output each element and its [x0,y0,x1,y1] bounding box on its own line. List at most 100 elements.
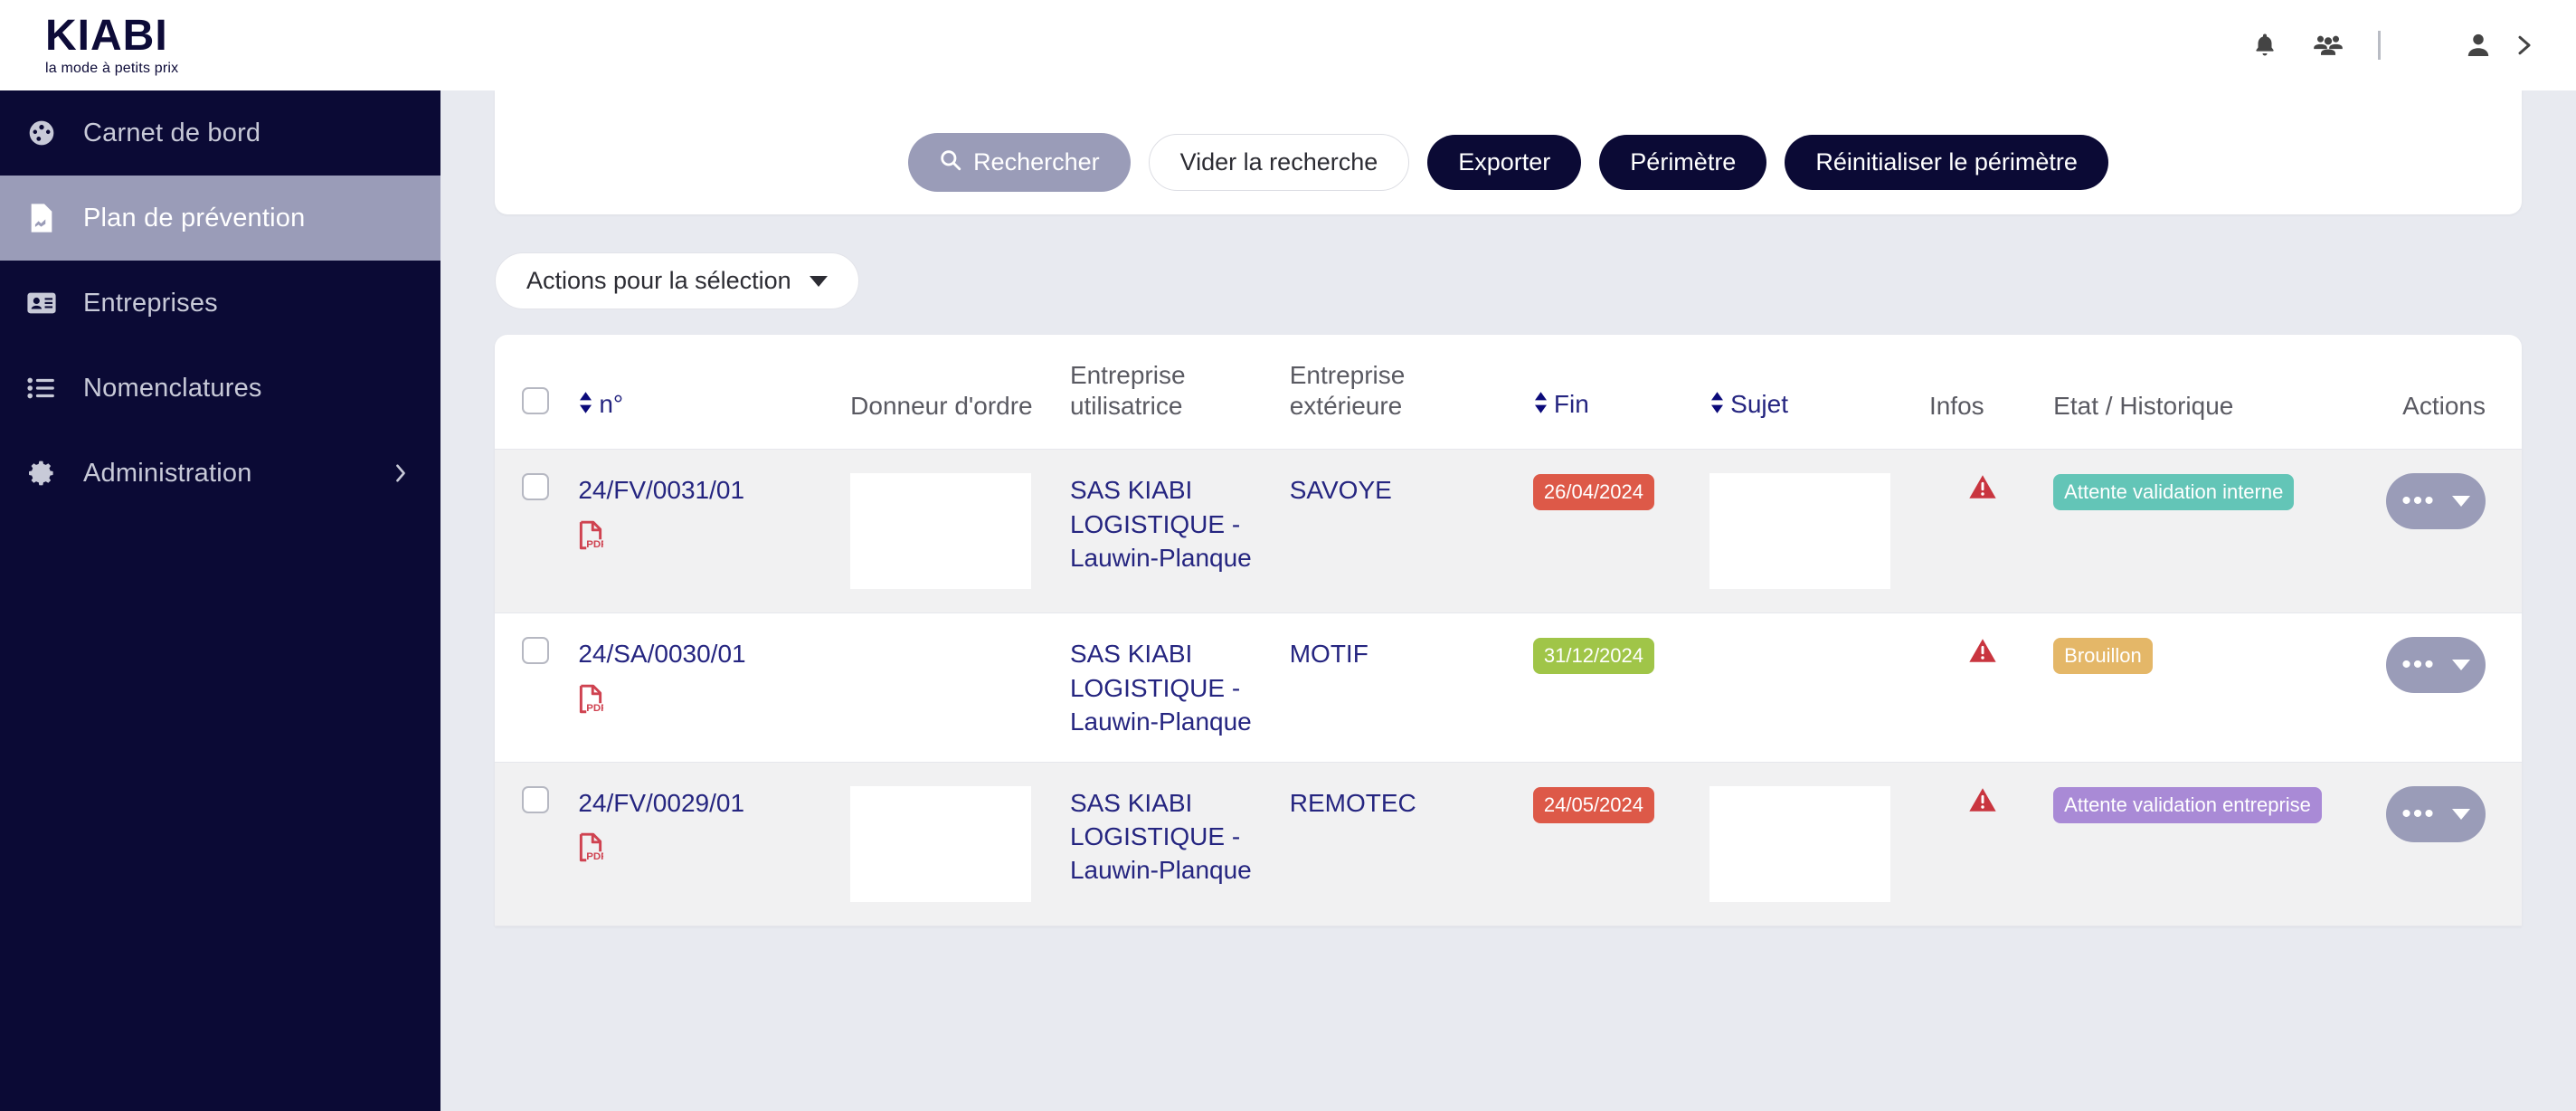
column-header-fin[interactable]: Fin [1523,335,1701,451]
end-date-badge: 24/05/2024 [1532,787,1654,823]
row-actions-button[interactable]: ••• [2386,786,2486,843]
row-donneur-cell [841,449,1061,614]
plan-number-link[interactable]: 24/FV/0029/01 [578,786,832,820]
sidebar-item-plan-de-prevention[interactable]: Plan de prévention [0,176,440,261]
warning-icon[interactable] [1968,473,1997,508]
chevron-down-icon [2451,660,2470,671]
row-fin-cell: 26/04/2024 [1523,449,1701,614]
column-header-label: n° [599,390,624,419]
row-num-cell: 24/FV/0029/01 PDF [569,762,842,927]
row-etat-cell: Attente validation entreprise [2044,762,2331,927]
donneur-blank-placeholder [850,786,1032,903]
id-card-icon [20,290,63,316]
row-entreprise-exterieure-cell: SAVOYE [1280,449,1524,614]
document-chart-icon [20,203,63,233]
row-entreprise-utilisatrice-cell: SAS KIABI LOGISTIQUE - Lauwin-Planque [1060,762,1281,927]
row-checkbox[interactable] [522,473,549,501]
plan-number-link[interactable]: 24/FV/0031/01 [578,473,832,507]
row-checkbox[interactable] [522,786,549,814]
chevron-down-icon [2451,809,2470,821]
user-profile-icon[interactable] [2464,31,2493,60]
row-etat-cell: Brouillon [2044,612,2331,764]
sidebar-item-label: Administration [83,458,252,488]
selection-actions-dropdown[interactable]: Actions pour la sélection [495,252,859,309]
end-date-badge: 26/04/2024 [1532,474,1654,510]
sidebar-item-label: Entreprises [83,288,218,318]
row-entreprise-exterieure-cell: REMOTEC [1280,762,1524,927]
search-toolbar-card: Rechercher Vider la recherche Exporter P… [495,90,2522,214]
sidebar-item-label: Carnet de bord [83,118,261,147]
svg-text:PDF: PDF [587,851,604,862]
prevention-plans-table: n° Donneur d'ordre Entreprise utilisatri… [495,335,2522,927]
donneur-blank-placeholder [850,473,1032,590]
row-select-cell [495,612,570,764]
row-num-cell: 24/FV/0031/01 PDF [569,449,842,614]
notifications-bell-icon[interactable] [2251,31,2278,60]
ellipsis-icon: ••• [2401,486,2436,517]
column-header-entreprise-utilisatrice: Entreprise utilisatrice [1060,335,1281,451]
row-entreprise-utilisatrice-cell: SAS KIABI LOGISTIQUE - Lauwin-Planque [1060,449,1281,614]
chevron-down-icon [2451,496,2470,508]
column-header-sujet[interactable]: Sujet [1700,335,1920,451]
row-etat-cell: Attente validation interne [2044,449,2331,614]
column-header-num[interactable]: n° [569,335,842,451]
table-row[interactable]: 24/SA/0030/01 PDF SAS KIABI LOGISTIQUE -… [495,612,2522,764]
plan-number-link[interactable]: 24/SA/0030/01 [578,637,832,670]
export-button[interactable]: Exporter [1427,135,1582,190]
header-divider [2378,31,2381,60]
table-row[interactable]: 24/FV/0029/01 PDF SAS KIABI LOGISTIQUE -… [495,762,2522,927]
prevention-plans-table-card: n° Donneur d'ordre Entreprise utilisatri… [495,335,2522,927]
search-button-label: Rechercher [973,148,1100,176]
row-sujet-cell [1700,449,1920,614]
sidebar-item-label: Nomenclatures [83,373,262,403]
table-row[interactable]: 24/FV/0031/01 PDF SAS KIABI LOGISTIQUE -… [495,449,2522,614]
perimeter-button[interactable]: Périmètre [1599,135,1767,190]
top-header-bar: KIABI la mode à petits prix [0,0,2576,90]
select-all-checkbox[interactable] [522,387,549,415]
column-header-etat-historique: Etat / Historique [2044,335,2331,451]
sujet-blank-placeholder [1709,473,1891,590]
sidebar-item-carnet-de-bord[interactable]: Carnet de bord [0,90,440,176]
logo-tagline: la mode à petits prix [45,61,179,76]
row-actions-button[interactable]: ••• [2386,473,2486,530]
sort-icon [1709,391,1725,422]
warning-icon[interactable] [1968,637,1997,672]
dashboard-icon [20,119,63,147]
sidebar-item-nomenclatures[interactable]: Nomenclatures [0,346,440,431]
warning-icon[interactable] [1968,786,1997,821]
column-header-label: Fin [1553,390,1589,419]
sidebar-item-entreprises[interactable]: Entreprises [0,261,440,346]
svg-text:PDF: PDF [587,539,604,550]
pdf-icon[interactable]: PDF [578,520,832,559]
row-num-cell: 24/SA/0030/01 PDF [569,612,842,764]
selection-actions-bar: Actions pour la sélection [440,214,2576,335]
table-header: n° Donneur d'ordre Entreprise utilisatri… [495,335,2522,451]
pdf-icon[interactable]: PDF [578,832,832,871]
chevron-right-icon[interactable] [2513,32,2536,59]
kiabi-logo[interactable]: KIABI la mode à petits prix [45,14,178,76]
reset-perimeter-button[interactable]: Réinitialiser le périmètre [1785,135,2108,190]
row-infos-cell [1919,612,2045,764]
column-header-select-all [495,335,570,451]
chevron-down-icon [809,275,828,287]
column-header-entreprise-exterieure: Entreprise extérieure [1280,335,1524,451]
row-fin-cell: 24/05/2024 [1523,762,1701,927]
clear-search-button[interactable]: Vider la recherche [1148,134,1410,191]
pdf-icon[interactable]: PDF [578,684,832,723]
row-infos-cell [1919,449,2045,614]
row-checkbox[interactable] [522,637,549,665]
search-button[interactable]: Rechercher [908,133,1131,192]
gear-icon [20,459,63,488]
row-actions-cell: ••• [2330,449,2522,614]
ellipsis-icon: ••• [2401,799,2436,830]
row-actions-button[interactable]: ••• [2386,637,2486,694]
column-header-donneur-dordre: Donneur d'ordre [841,335,1061,451]
status-badge: Attente validation interne [2053,474,2295,510]
row-actions-cell: ••• [2330,762,2522,927]
chevron-right-icon[interactable] [392,461,410,485]
users-group-icon[interactable] [2313,32,2344,59]
logo-wordmark: KIABI [45,12,168,60]
column-header-label: Sujet [1730,390,1788,419]
header-actions [2251,31,2536,60]
sidebar-item-administration[interactable]: Administration [0,431,440,516]
